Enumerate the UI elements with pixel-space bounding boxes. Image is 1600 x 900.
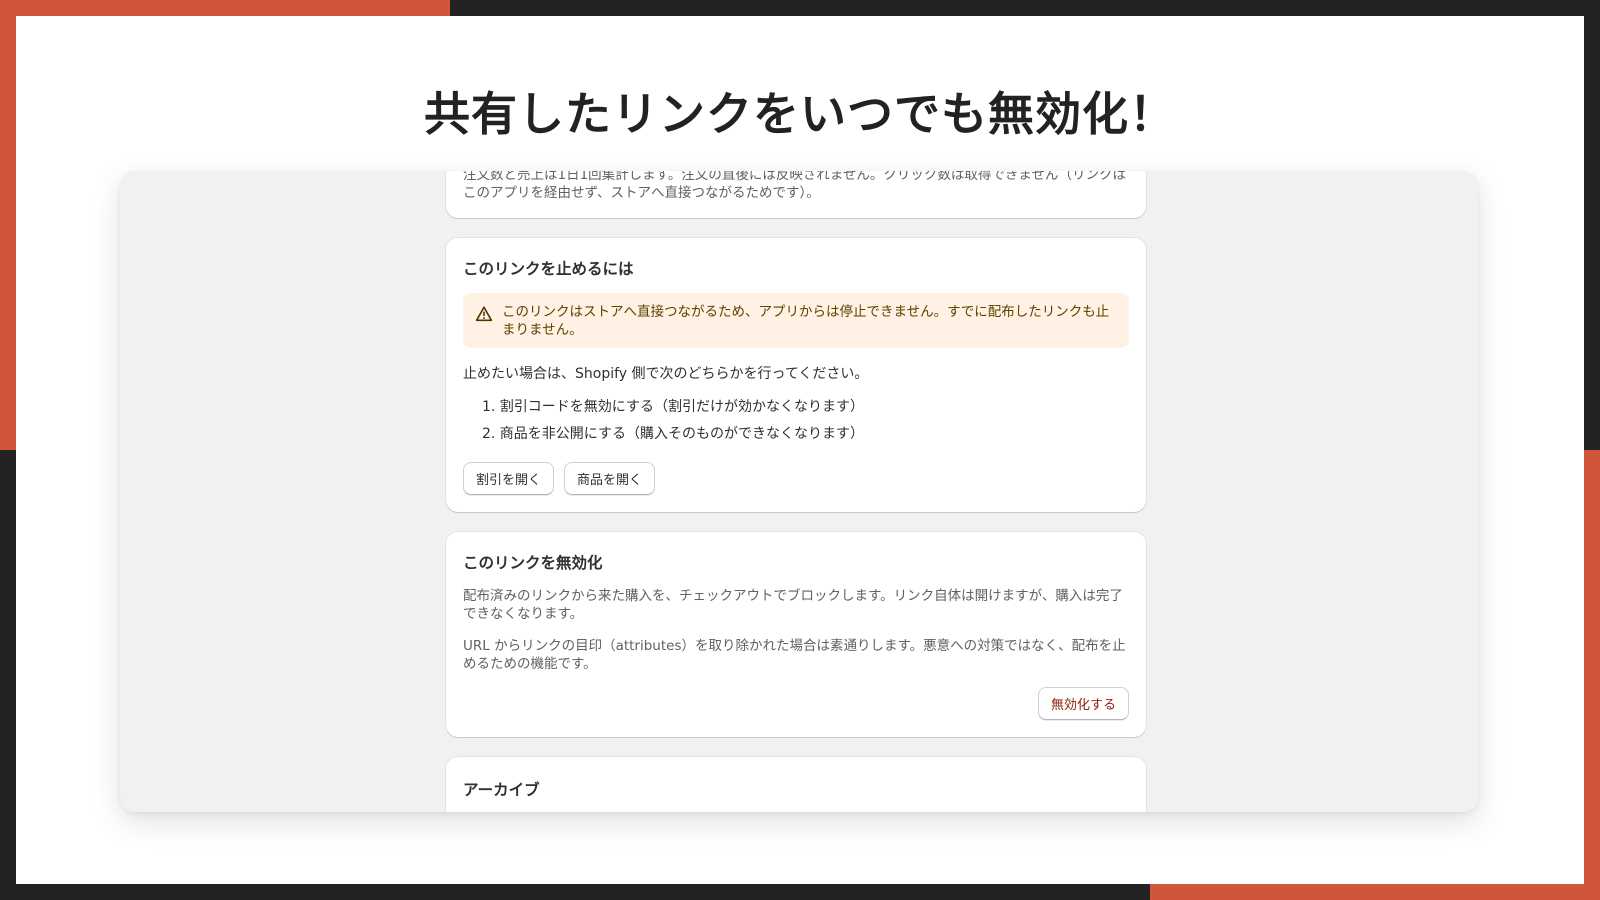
stats-note-card: 注文数と売上は1日1回集計します。注文の直後には反映されません。クリック数は取得… <box>446 171 1146 218</box>
step-item: 2. 商品を非公開にする（購入そのものができなくなります） <box>482 426 864 442</box>
stop-link-card: このリンクを止めるには このリンクはストアへ直接つながるため、アプリからは停止で… <box>446 238 1146 512</box>
stats-note: 注文数と売上は1日1回集計します。注文の直後には反映されません。クリック数は取得… <box>463 171 1127 201</box>
archive-title: アーカイブ <box>463 781 540 799</box>
open-discount-button[interactable]: 割引を開く <box>463 462 555 495</box>
app-screenshot: 注文数と売上は1日1回集計します。注文の直後には反映されません。クリック数は取得… <box>120 171 1478 812</box>
archive-card: アーカイブ <box>446 757 1146 812</box>
disable-link-button[interactable]: 無効化する <box>1037 687 1129 720</box>
warning-text: このリンクはストアへ直接つながるため、アプリからは停止できません。すでに配布した… <box>502 304 1110 338</box>
slide-canvas: 共有したリンクをいつでも無効化！ 注文数と売上は1日1回集計します。注文の直後に… <box>16 16 1584 884</box>
disable-description: 配布済みのリンクから来た購入を、チェックアウトでブロックします。リンク自体は開け… <box>463 588 1123 622</box>
disable-caveat: URL からリンクの目印（attributes）を取り除かれた場合は素通りします… <box>463 638 1126 672</box>
stop-intro: 止めたい場合は、Shopify 側で次のどちらかを行ってください。 <box>463 366 869 382</box>
disable-link-card: このリンクを無効化 配布済みのリンクから来た購入を、チェックアウトでブロックしま… <box>446 532 1146 737</box>
open-product-button[interactable]: 商品を開く <box>564 462 656 495</box>
disable-actions: 無効化する <box>463 687 1129 720</box>
page-headline: 共有したリンクをいつでも無効化！ <box>424 87 1176 141</box>
warning-banner: このリンクはストアへ直接つながるため、アプリからは停止できません。すでに配布した… <box>463 293 1129 348</box>
disable-link-title: このリンクを無効化 <box>463 554 603 572</box>
stop-actions: 割引を開く 商品を開く <box>463 462 1129 495</box>
step-item: 1. 割引コードを無効にする（割引だけが効かなくなります） <box>482 399 864 415</box>
settings-column: 注文数と売上は1日1回集計します。注文の直後には反映されません。クリック数は取得… <box>446 171 1146 812</box>
alert-triangle-icon <box>475 305 493 327</box>
stop-link-title: このリンクを止めるには <box>463 260 634 278</box>
stop-steps: 1. 割引コードを無効にする（割引だけが効かなくなります） 2. 商品を非公開に… <box>482 394 1129 448</box>
